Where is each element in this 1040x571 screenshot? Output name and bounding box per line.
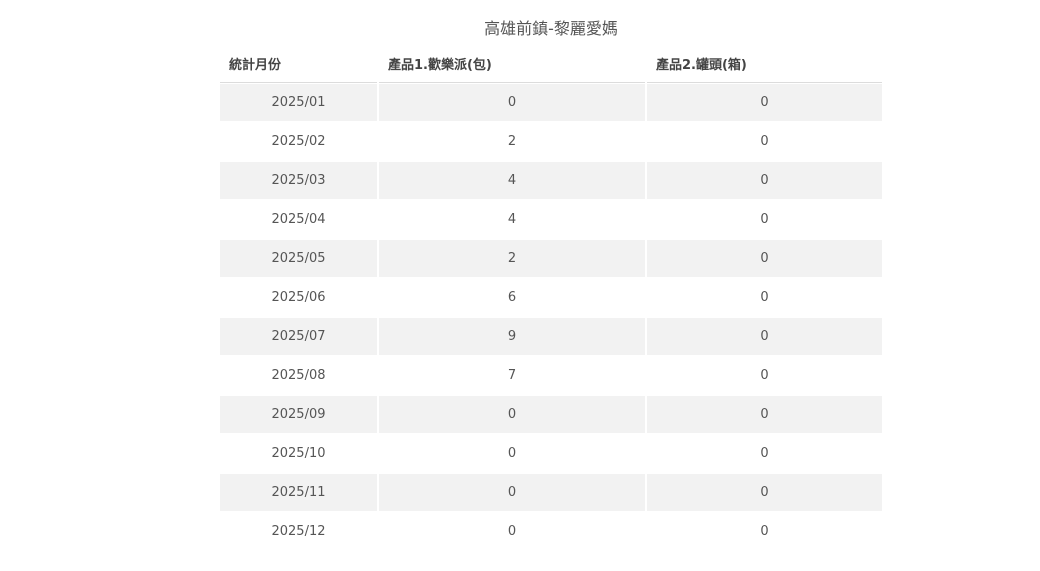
table-row: 2025/08 7 0 — [220, 356, 882, 395]
cell-month: 2025/06 — [220, 278, 377, 317]
cell-month: 2025/04 — [220, 200, 377, 239]
cell-product-1: 0 — [379, 83, 645, 122]
cell-month: 2025/09 — [220, 395, 377, 434]
cell-month: 2025/11 — [220, 473, 377, 512]
cell-product-2: 0 — [647, 473, 882, 512]
column-header-product-1: 產品1.歡樂派(包) — [379, 45, 645, 83]
cell-product-1: 2 — [379, 239, 645, 278]
table-row: 2025/05 2 0 — [220, 239, 882, 278]
table-row: 2025/04 4 0 — [220, 200, 882, 239]
cell-product-1: 9 — [379, 317, 645, 356]
cell-month: 2025/07 — [220, 317, 377, 356]
cell-product-2: 0 — [647, 83, 882, 122]
cell-month: 2025/05 — [220, 239, 377, 278]
cell-product-2: 0 — [647, 239, 882, 278]
cell-month: 2025/12 — [220, 512, 377, 551]
table-header-row: 統計月份 產品1.歡樂派(包) 產品2.罐頭(箱) — [220, 45, 882, 83]
cell-product-1: 4 — [379, 200, 645, 239]
table-row: 2025/11 0 0 — [220, 473, 882, 512]
cell-product-2: 0 — [647, 317, 882, 356]
cell-month: 2025/08 — [220, 356, 377, 395]
table-row: 2025/06 6 0 — [220, 278, 882, 317]
table-row: 2025/07 9 0 — [220, 317, 882, 356]
table-row: 2025/10 0 0 — [220, 434, 882, 473]
cell-product-1: 0 — [379, 473, 645, 512]
column-header-month: 統計月份 — [220, 45, 377, 83]
cell-product-1: 2 — [379, 122, 645, 161]
cell-product-2: 0 — [647, 395, 882, 434]
cell-product-2: 0 — [647, 512, 882, 551]
cell-product-2: 0 — [647, 434, 882, 473]
monthly-stats-table: 統計月份 產品1.歡樂派(包) 產品2.罐頭(箱) 2025/01 0 0 20… — [218, 45, 884, 551]
table-row: 2025/02 2 0 — [220, 122, 882, 161]
table-row: 2025/09 0 0 — [220, 395, 882, 434]
page-title: 高雄前鎮-黎麗愛媽 — [484, 19, 618, 38]
cell-product-1: 0 — [379, 395, 645, 434]
table-row: 2025/12 0 0 — [220, 512, 882, 551]
cell-month: 2025/10 — [220, 434, 377, 473]
cell-product-2: 0 — [647, 122, 882, 161]
cell-product-1: 0 — [379, 512, 645, 551]
cell-product-2: 0 — [647, 278, 882, 317]
cell-product-1: 4 — [379, 161, 645, 200]
cell-product-1: 7 — [379, 356, 645, 395]
cell-month: 2025/01 — [220, 83, 377, 122]
cell-product-2: 0 — [647, 356, 882, 395]
cell-product-1: 6 — [379, 278, 645, 317]
column-header-product-2: 產品2.罐頭(箱) — [647, 45, 882, 83]
cell-month: 2025/02 — [220, 122, 377, 161]
cell-product-2: 0 — [647, 161, 882, 200]
cell-month: 2025/03 — [220, 161, 377, 200]
table-row: 2025/01 0 0 — [220, 83, 882, 122]
cell-product-2: 0 — [647, 200, 882, 239]
cell-product-1: 0 — [379, 434, 645, 473]
table-row: 2025/03 4 0 — [220, 161, 882, 200]
